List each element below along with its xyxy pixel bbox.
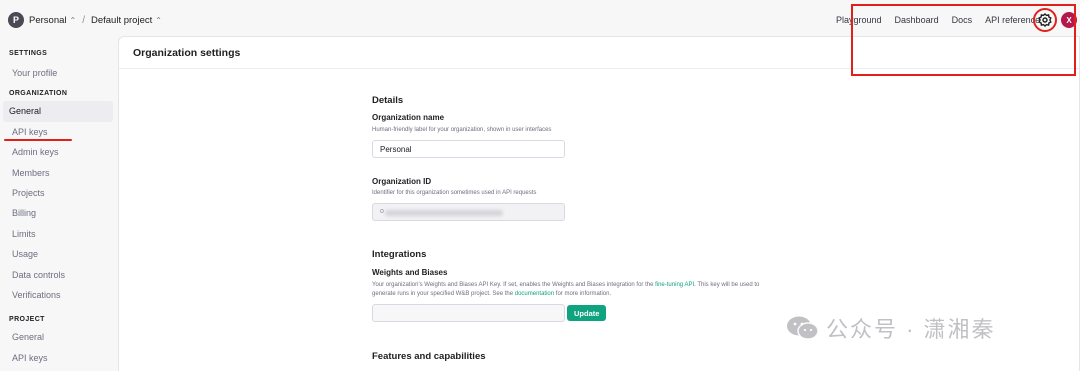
project-switcher[interactable]: Default project ⌃: [91, 15, 162, 26]
project-name: Default project: [90, 14, 153, 26]
wandb-hint-text-1: Your organization's Weights and Biases A…: [372, 282, 656, 288]
org-avatar[interactable]: P: [8, 12, 24, 28]
watermark-text: 公众号 · 潇湘秦: [826, 317, 996, 342]
wandb-hint: Your organization's Weights and Biases A…: [372, 281, 759, 299]
chevron-updown-icon: ⌃: [69, 15, 77, 25]
sidebar-item-project-api-keys[interactable]: API keys: [3, 348, 113, 368]
wechat-icon: [787, 316, 819, 340]
wandb-hint-text-4: for more information.: [554, 291, 612, 297]
org-id-field[interactable]: o: [372, 203, 565, 221]
sidebar-item-limits[interactable]: Limits: [3, 224, 113, 244]
sidebar-item-usage[interactable]: Usage: [3, 244, 113, 264]
org-switcher[interactable]: Personal ⌃: [29, 15, 76, 26]
org-id-hint: Identifier for this organization sometim…: [372, 190, 537, 196]
org-name: Personal: [29, 14, 67, 26]
sidebar-item-your-profile[interactable]: Your profile: [3, 63, 113, 83]
sidebar-item-admin-keys[interactable]: Admin keys: [3, 142, 113, 162]
wandb-label: Weights and Biases: [372, 268, 448, 277]
section-title-details: Details: [372, 95, 404, 106]
watermark: 公众号 · 潇湘秦: [786, 312, 996, 344]
sidebar-heading-settings: SETTINGS: [9, 50, 48, 57]
sidebar-item-members[interactable]: Members: [3, 163, 113, 183]
breadcrumb-separator: /: [82, 14, 85, 26]
sidebar-item-projects[interactable]: Projects: [3, 183, 113, 203]
settings-sidebar: SETTINGS Your profile ORGANIZATION Gener…: [0, 40, 118, 371]
sidebar-heading-organization: ORGANIZATION: [9, 90, 68, 98]
org-name-label: Organization name: [372, 113, 445, 122]
update-button[interactable]: Update: [567, 305, 607, 321]
wandb-hint-text-2: . This key will be used to: [694, 282, 760, 288]
sidebar-item-general[interactable]: General: [3, 101, 113, 122]
org-id-label: Organization ID: [372, 177, 432, 186]
annotation-box: [851, 4, 1076, 76]
fine-tuning-api-link[interactable]: fine-tuning API: [655, 282, 694, 288]
org-id-prefix: o: [380, 208, 384, 215]
org-id-redacted: [385, 210, 503, 216]
section-title-integrations: Integrations: [372, 249, 427, 260]
org-name-input[interactable]: [372, 140, 565, 158]
sidebar-item-verifications[interactable]: Verifications: [3, 285, 113, 305]
wandb-api-key-input[interactable]: [372, 304, 565, 322]
sidebar-item-billing[interactable]: Billing: [3, 203, 113, 223]
chevron-updown-icon: ⌃: [155, 15, 162, 25]
org-name-hint: Human-friendly label for your organizati…: [372, 127, 552, 133]
documentation-link[interactable]: documentation: [515, 291, 554, 297]
sidebar-item-project-general[interactable]: General: [3, 327, 113, 347]
wandb-hint-text-3: generate runs in your specified W&B proj…: [372, 291, 515, 297]
page-title: Organization settings: [133, 46, 241, 59]
sidebar-item-data-controls[interactable]: Data controls: [3, 265, 113, 285]
sidebar-heading-project: PROJECT: [9, 316, 45, 324]
section-title-features: Features and capabilities: [372, 351, 486, 362]
annotation-underline: [4, 139, 72, 141]
